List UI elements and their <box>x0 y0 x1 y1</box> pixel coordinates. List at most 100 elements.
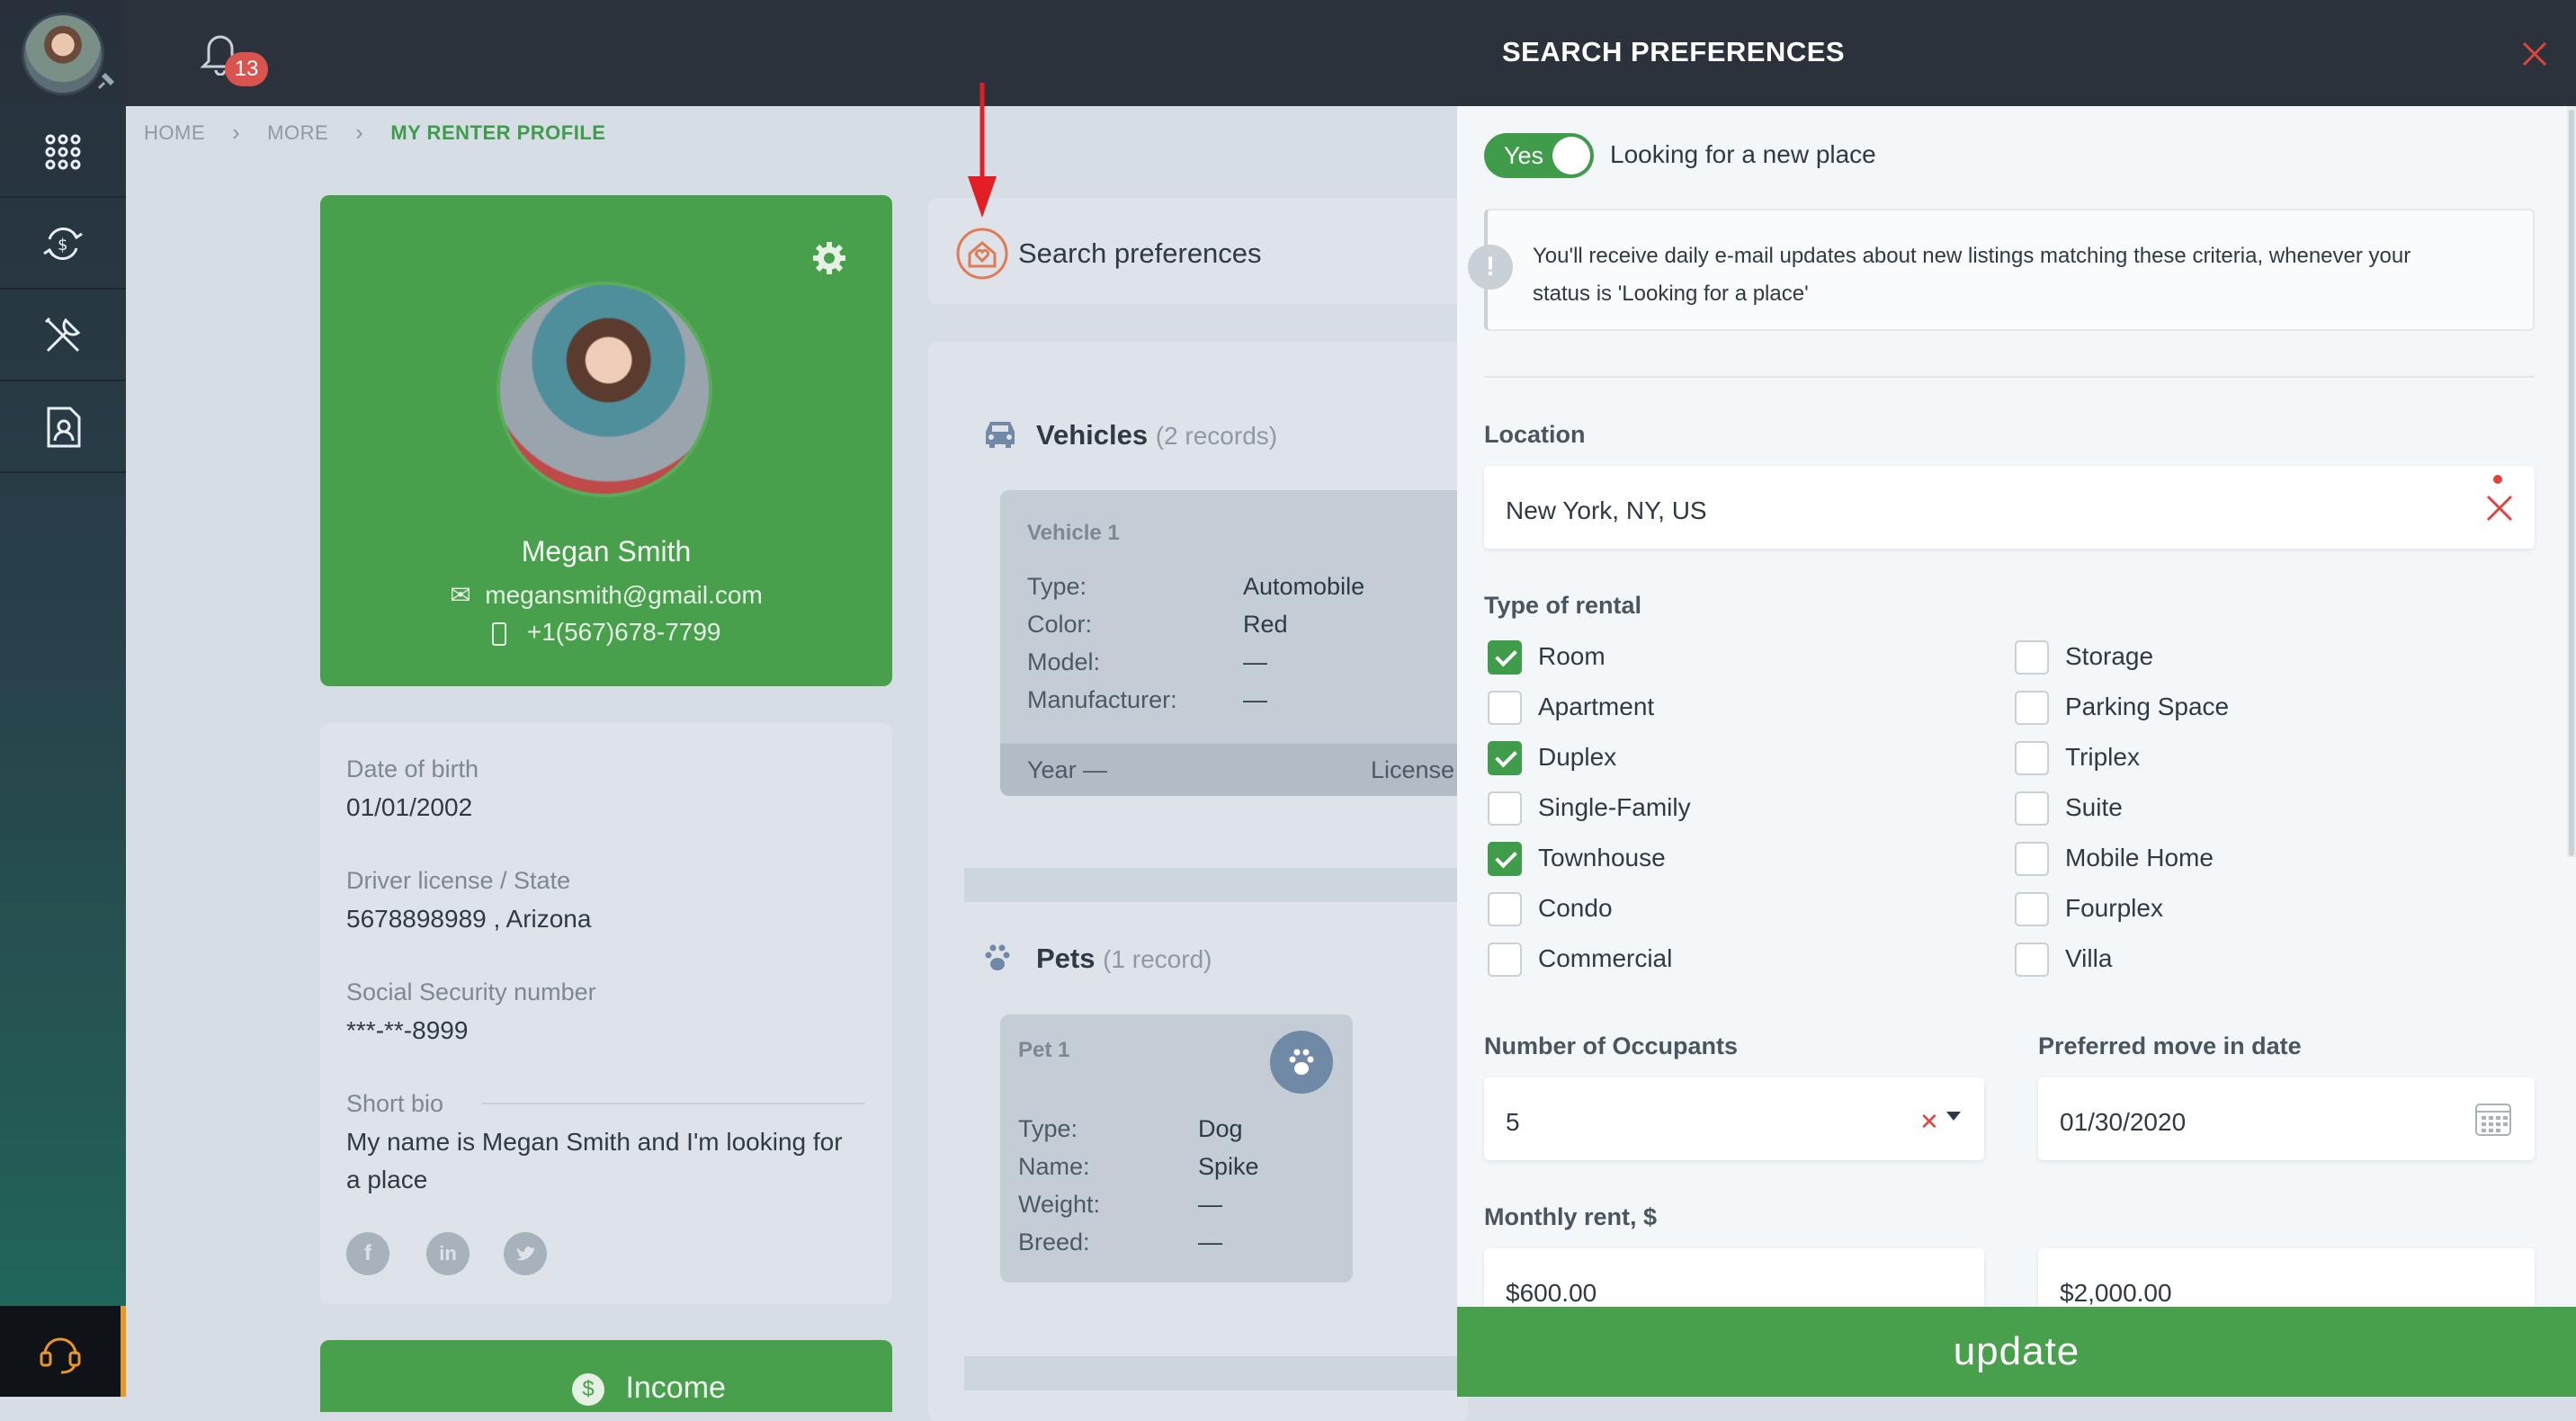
rental-checkbox[interactable] <box>2015 640 2049 675</box>
breadcrumb-more[interactable]: MORE <box>267 121 328 145</box>
profile-email-line: ✉ megansmith@gmail.com <box>320 580 892 610</box>
bio-line-2: a place <box>346 1166 428 1193</box>
dob-label: Date of birth <box>346 755 479 782</box>
pet-name-key: Name: <box>1018 1153 1090 1180</box>
apps-grid-icon[interactable] <box>0 108 126 198</box>
location-value: New York, NY, US <box>1506 496 1707 524</box>
facebook-icon[interactable]: f <box>346 1232 389 1275</box>
looking-toggle[interactable]: Yes <box>1484 133 1594 178</box>
info-exclamation-icon: ! <box>1468 245 1513 290</box>
bio-line-1: My name is Megan Smith and I'm looking f… <box>346 1128 843 1156</box>
rental-checkbox-label[interactable]: Single-Family <box>1538 793 1691 822</box>
dob-value: 01/01/2002 <box>346 793 473 821</box>
pets-title: Pets (1 record) <box>1036 943 1212 975</box>
rental-checkbox-label[interactable]: Room <box>1538 642 1606 671</box>
vehicle-type-value: Automobile <box>1243 573 1365 600</box>
rental-checkbox[interactable] <box>2015 741 2049 775</box>
location-input[interactable]: New York, NY, US <box>1484 466 2535 549</box>
breadcrumb-home[interactable]: HOME <box>144 121 205 145</box>
rental-checkbox[interactable] <box>1488 892 1522 926</box>
vehicle-card[interactable]: Vehicle 1 Type: Automobile Color: Red Mo… <box>1000 490 1504 796</box>
rental-checkbox-label[interactable]: Parking Space <box>2065 693 2229 721</box>
rental-checkbox[interactable] <box>2015 842 2049 876</box>
phone-icon <box>491 621 506 646</box>
pin-icon[interactable] <box>94 70 117 94</box>
rent-min-value: $600.00 <box>1506 1279 1597 1307</box>
rental-checkbox[interactable] <box>1488 640 1522 675</box>
rental-checkbox[interactable] <box>1488 741 1522 775</box>
profile-document-icon[interactable] <box>0 383 126 473</box>
vehicle-manufacturer-value: — <box>1243 686 1267 713</box>
update-button[interactable]: update <box>1457 1307 2576 1397</box>
rental-checkbox-label[interactable]: Commercial <box>1538 944 1672 973</box>
pet-weight-key: Weight: <box>1018 1191 1101 1218</box>
car-icon <box>982 419 1018 454</box>
vehicle-type-key: Type: <box>1027 573 1087 600</box>
vehicle-model-value: — <box>1243 648 1267 675</box>
payments-cycle-icon[interactable]: $ <box>0 200 126 290</box>
pet-weight-value: — <box>1198 1191 1222 1218</box>
email-updates-note: You'll receive daily e-mail updates abou… <box>1484 209 2535 331</box>
search-preferences-label: Search preferences <box>1018 237 1262 269</box>
bio-label: Short bio <box>346 1090 444 1117</box>
rental-checkbox[interactable] <box>1488 691 1522 725</box>
profile-card: Megan Smith ✉ megansmith@gmail.com +1(56… <box>320 195 892 686</box>
tools-icon[interactable] <box>0 291 126 381</box>
rental-checkbox-label[interactable]: Fourplex <box>2065 894 2163 923</box>
twitter-icon[interactable] <box>504 1232 547 1275</box>
rental-checkbox-label[interactable]: Condo <box>1538 894 1613 923</box>
rental-checkbox-label[interactable]: Townhouse <box>1538 844 1666 872</box>
rental-checkbox-label[interactable]: Triplex <box>2065 743 2140 772</box>
support-headset-icon[interactable] <box>0 1306 126 1397</box>
license-label: Driver license / State <box>346 867 571 894</box>
user-avatar[interactable] <box>22 13 104 95</box>
clear-occupants-icon[interactable]: ✕ <box>1919 1108 1939 1136</box>
rental-checkbox-label[interactable]: Villa <box>2065 944 2112 973</box>
pet-breed-key: Breed: <box>1018 1229 1090 1256</box>
rental-checkbox[interactable] <box>1488 943 1522 977</box>
linkedin-icon[interactable]: in <box>426 1232 470 1275</box>
rental-checkbox-label[interactable]: Duplex <box>1538 743 1616 772</box>
profile-email[interactable]: megansmith@gmail.com <box>485 581 763 609</box>
gear-icon[interactable] <box>809 238 849 282</box>
paw-icon <box>982 943 1013 978</box>
rental-checkbox-label[interactable]: Suite <box>2065 793 2123 822</box>
section-divider <box>964 1356 1468 1390</box>
pets-title-text: Pets <box>1036 943 1096 974</box>
section-divider <box>964 868 1468 902</box>
ssn-label: Social Security number <box>346 979 596 1005</box>
profile-info-card: Date of birth 01/01/2002 Driver license … <box>320 723 892 1304</box>
rental-checkbox[interactable] <box>2015 943 2049 977</box>
rental-checkbox[interactable] <box>1488 791 1522 826</box>
profile-name: Megan Smith <box>521 535 692 568</box>
vehicles-count: (2 records) <box>1155 422 1278 450</box>
rental-checkbox[interactable] <box>2015 791 2049 826</box>
vehicle-license: License <box>1371 756 1455 783</box>
calendar-icon[interactable] <box>2473 1099 2513 1145</box>
pet-type-value: Dog <box>1198 1115 1243 1142</box>
movein-date-input[interactable]: 01/30/2020 <box>2038 1077 2535 1160</box>
breadcrumb-current: MY RENTER PROFILE <box>390 121 606 144</box>
occupants-select[interactable]: 5 ✕ <box>1484 1077 1984 1160</box>
clear-location-icon[interactable] <box>2484 493 2515 530</box>
rental-checkbox-label[interactable]: Apartment <box>1538 693 1654 721</box>
movein-value: 01/30/2020 <box>2060 1108 2187 1136</box>
rental-checkbox-label[interactable]: Storage <box>2065 642 2153 671</box>
pet-card-title: Pet 1 <box>1018 1038 1070 1062</box>
rental-type-label: Type of rental <box>1484 592 1642 619</box>
panel-scrollbar-thumb[interactable] <box>2569 110 2574 856</box>
movein-label: Preferred move in date <box>2038 1032 2302 1059</box>
chevron-down-icon[interactable] <box>1946 1112 1961 1121</box>
income-card-header[interactable]: $ Income <box>320 1340 892 1412</box>
toggle-knob <box>1552 137 1590 174</box>
rental-checkbox-label[interactable]: Mobile Home <box>2065 844 2214 872</box>
looking-label: Looking for a new place <box>1610 140 1876 168</box>
rental-checkbox[interactable] <box>1488 842 1522 876</box>
rental-checkbox[interactable] <box>2015 892 2049 926</box>
rental-checkbox[interactable] <box>2015 691 2049 725</box>
close-icon[interactable] <box>2517 36 2553 76</box>
divider <box>1484 376 2535 378</box>
rent-max-value: $2,000.00 <box>2060 1279 2172 1307</box>
pet-card[interactable]: Pet 1 Type: Dog Name: Spike Weight: — Br… <box>1000 1014 1353 1282</box>
search-preferences-tab[interactable]: Search preferences <box>928 198 1468 304</box>
